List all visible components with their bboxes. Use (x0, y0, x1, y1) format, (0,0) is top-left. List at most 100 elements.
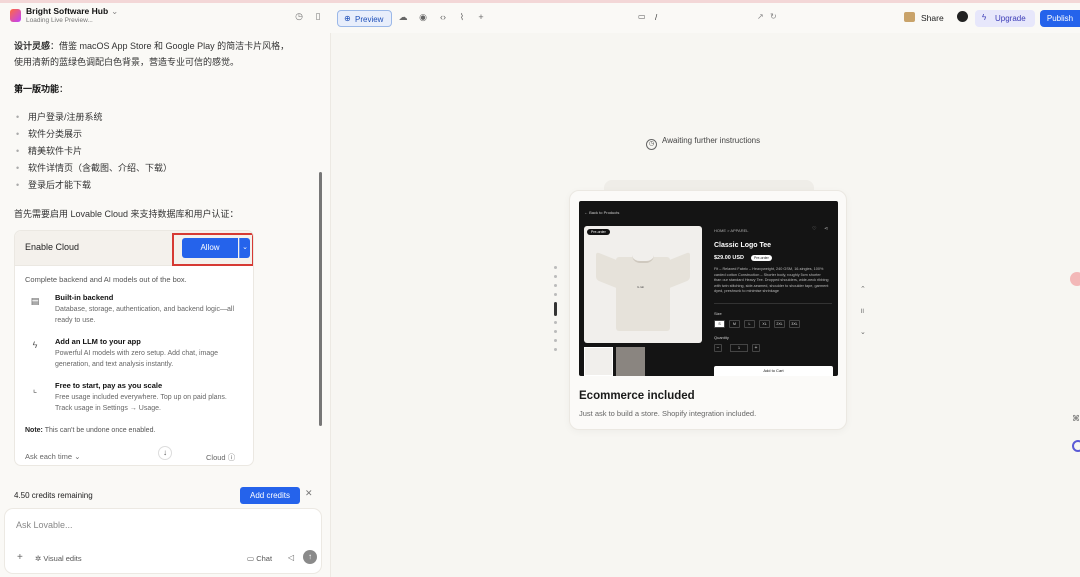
card-note: Note: This can't be undone once enabled. (25, 427, 156, 434)
chat-composer: Ask Lovable... + ✲ Visual edits ▭ Chat ◁… (4, 508, 322, 574)
clock-icon: ◷ (646, 139, 657, 150)
design-label: 设计灵感 (14, 41, 51, 51)
chat-input[interactable]: Ask Lovable... (16, 520, 73, 530)
url-path[interactable]: / (655, 13, 657, 22)
refresh-icon[interactable]: ↻ (770, 12, 777, 21)
assistant-icon[interactable] (1072, 440, 1080, 452)
preorder-badge: Pre-order (587, 229, 610, 235)
allow-button[interactable]: Allow (182, 238, 238, 258)
list-item: 软件分类展示 (14, 126, 314, 143)
upgrade-button[interactable]: ϟ Upgrade (975, 10, 1035, 27)
cloud-icon[interactable]: ☁ (397, 12, 409, 23)
list-item: 软件详情页（含截图、介绍、下载） (14, 160, 314, 177)
product-description: Fit – Relaxed Fabric – Heavyweight, 240 … (714, 267, 829, 293)
share-icon: ⋖ (824, 226, 829, 232)
floating-avatar[interactable] (1070, 272, 1080, 286)
project-name[interactable]: Bright Software Hub ⌄ (26, 6, 118, 17)
size-option: S (714, 320, 725, 328)
add-tab-icon[interactable]: + (475, 12, 487, 22)
chevron-down-icon: ⌄ (74, 452, 81, 461)
chat-icon: ▭ (247, 554, 255, 563)
pause-icon[interactable]: ॥ (860, 307, 864, 316)
product-price: $29.00 USD (714, 255, 744, 261)
globe-icon: ⊕ (344, 14, 351, 23)
heart-icon: ♡ (812, 226, 817, 232)
preview-tab[interactable]: ⊕ Preview (337, 10, 392, 27)
chevron-down-icon[interactable]: ⌄ (239, 238, 250, 258)
sparkle-icon: ✲ (35, 554, 42, 563)
cloud-intro: 首先需要启用 Lovable Cloud 来支持数据库和用户认证： (14, 209, 239, 219)
share-button[interactable]: Share (921, 13, 944, 23)
ask-each-time-dropdown[interactable]: Ask each time ⌄ (25, 452, 81, 461)
credits-bar: 4.50 credits remaining Add credits ✕ (0, 482, 330, 510)
open-external-icon[interactable]: ↗ (757, 12, 764, 21)
showcase-title: Ecommerce included (579, 390, 695, 402)
size-option: XL (759, 320, 770, 328)
info-icon: ⓘ (227, 453, 236, 462)
analytics-icon[interactable]: ⌇ (456, 12, 468, 23)
sidebar-toggle-icon[interactable]: ▯ (313, 11, 323, 21)
quantity-label: Quantity (714, 335, 729, 340)
feature-list: 用户登录/注册系统 软件分类展示 精美软件卡片 软件详情页（含截图、介绍、下载）… (14, 109, 314, 194)
chat-mode-button[interactable]: ▭ Chat (247, 554, 272, 563)
visual-edits-button[interactable]: ✲ Visual edits (35, 554, 82, 563)
thumbnail (616, 347, 645, 376)
database-icon: ▤ (30, 296, 40, 306)
price-badge: Pre-order (751, 255, 772, 261)
palette-icon[interactable]: ◉ (417, 12, 429, 23)
chevron-down-icon: ⌄ (111, 6, 119, 16)
product-title: Classic Logo Tee (714, 242, 772, 249)
size-option: 2XL (774, 320, 785, 328)
close-icon[interactable]: ✕ (305, 488, 313, 499)
shop-preview-image: ← Back to Products HOME > APPAREL ♡ ⋖ G.… (579, 201, 838, 376)
enable-cloud-card: Enable Cloud Allow ⌄ Complete backend an… (14, 230, 254, 466)
list-item: 用户登录/注册系统 (14, 109, 314, 126)
cloud-info[interactable]: Cloud ⓘ (206, 452, 235, 463)
url-bar[interactable]: ▭ / ↗ ↻ (630, 10, 788, 27)
scroll-down-button[interactable]: ↓ (158, 446, 172, 460)
size-label: Size (714, 311, 722, 316)
shop-breadcrumb: HOME > APPAREL (714, 228, 749, 233)
quantity-value: 1 (730, 344, 748, 352)
plus-icon[interactable]: + (17, 552, 23, 563)
chevron-up-icon[interactable]: ⌃ (860, 285, 866, 293)
add-credits-button[interactable]: Add credits (240, 487, 300, 504)
add-to-cart-button: Add to Cart (714, 366, 833, 376)
minus-icon: − (714, 344, 722, 352)
divider (714, 303, 832, 304)
credits-remaining: 4.50 credits remaining (14, 491, 93, 500)
chart-icon: ⌞ (32, 384, 38, 394)
grid-icon[interactable]: ⌘ (1072, 414, 1080, 423)
github-icon[interactable] (957, 11, 968, 22)
lightning-icon: ϟ (982, 13, 987, 22)
tshirt-image: G.lab (594, 243, 692, 335)
thumbnail (584, 347, 613, 376)
send-button[interactable]: ↑ (303, 550, 317, 564)
share-icon[interactable] (904, 12, 915, 22)
list-item: 登录后才能下载 (14, 177, 314, 194)
project-status: Loading Live Preview... (26, 17, 93, 24)
card-title: Enable Cloud (25, 242, 80, 252)
back-link: ← Back to Products (584, 210, 620, 215)
publish-button[interactable]: Publish (1040, 10, 1080, 27)
device-icon[interactable]: ▭ (638, 12, 646, 21)
size-option: 3XL (789, 320, 800, 328)
chat-scrollbar[interactable] (319, 172, 322, 426)
design-paragraph: 设计灵感：借鉴 macOS App Store 和 Google Play 的简… (14, 41, 290, 67)
section-title: 第一版功能： (14, 84, 69, 94)
card-description: Complete backend and AI models out of th… (25, 275, 187, 284)
list-item: 精美软件卡片 (14, 143, 314, 160)
chevron-down-icon[interactable]: ⌄ (860, 328, 866, 336)
lightning-icon: ϟ (32, 340, 38, 350)
size-option: L (744, 320, 755, 328)
app-logo[interactable] (10, 9, 21, 22)
showcase-description: Just ask to build a store. Shopify integ… (579, 409, 757, 418)
product-image: G.lab (584, 226, 702, 343)
size-option: M (729, 320, 740, 328)
history-icon[interactable]: ◷ (294, 11, 304, 21)
plus-icon: + (752, 344, 760, 352)
awaiting-status: ◷ Awaiting further instructions (646, 136, 760, 150)
card-header: Enable Cloud Allow ⌄ (15, 231, 253, 266)
code-icon[interactable]: ‹› (437, 12, 449, 22)
voice-icon[interactable]: ◁ (288, 553, 294, 562)
